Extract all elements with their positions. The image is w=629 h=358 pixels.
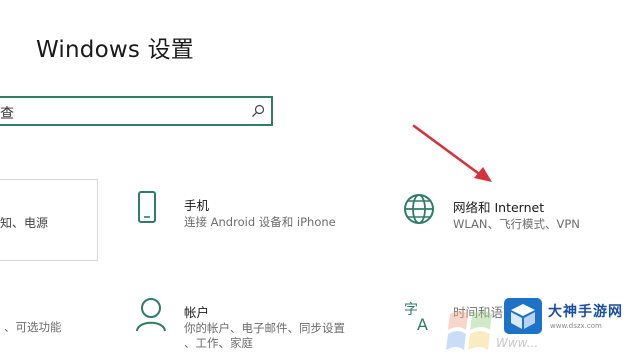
watermark-url: www.dszx.com (550, 322, 602, 330)
tile-phone[interactable]: 手机 连接 Android 设备和 iPhone (130, 188, 370, 248)
tile-apps-desc: 、可选功能 (4, 320, 62, 334)
tile-accounts-title: 帐户 (184, 305, 210, 320)
settings-page: Windows 设置 查 知、电源 手机 连接 Android 设备和 iPho… (0, 0, 629, 358)
language-icon: 字 A (404, 302, 428, 332)
tile-system-desc: 知、电源 (0, 216, 49, 230)
search-input[interactable]: 查 (0, 96, 273, 126)
phone-icon (138, 191, 156, 223)
person-icon (136, 298, 166, 332)
tile-accounts[interactable]: 帐户 你的帐户、电子邮件、同步设置 、工作、家庭 (130, 294, 380, 358)
tile-system[interactable]: 知、电源 (0, 179, 98, 261)
page-title: Windows 设置 (36, 37, 194, 63)
watermark-faint-logo (446, 311, 492, 350)
watermark-logo-icon (504, 298, 542, 334)
tile-network[interactable]: 网络和 Internet WLAN、飞行模式、VPN (400, 188, 629, 248)
search-value: 查 (0, 106, 14, 122)
tile-phone-desc: 连接 Android 设备和 iPhone (184, 215, 336, 229)
svg-text:A: A (417, 315, 428, 332)
tile-network-desc: WLAN、飞行模式、VPN (453, 217, 580, 231)
search-icon[interactable] (251, 104, 265, 118)
watermark-brand: 大神手游网 (548, 304, 623, 320)
watermark-faint-text: Www... (496, 336, 539, 350)
site-watermark: 大神手游网 www.dszx.com (504, 296, 629, 336)
tile-accounts-desc: 你的帐户、电子邮件、同步设置 、工作、家庭 (184, 321, 345, 351)
tile-phone-title: 手机 (184, 198, 210, 213)
svg-text:字: 字 (404, 302, 418, 318)
annotation-arrow (412, 124, 492, 182)
tile-accounts-desc-line1: 你的帐户、电子邮件、同步设置 (184, 321, 345, 335)
tile-apps[interactable]: 、可选功能 (0, 300, 96, 358)
tile-network-title: 网络和 Internet (453, 200, 545, 215)
tile-accounts-desc-line2: 、工作、家庭 (184, 336, 253, 350)
globe-icon (404, 194, 434, 224)
